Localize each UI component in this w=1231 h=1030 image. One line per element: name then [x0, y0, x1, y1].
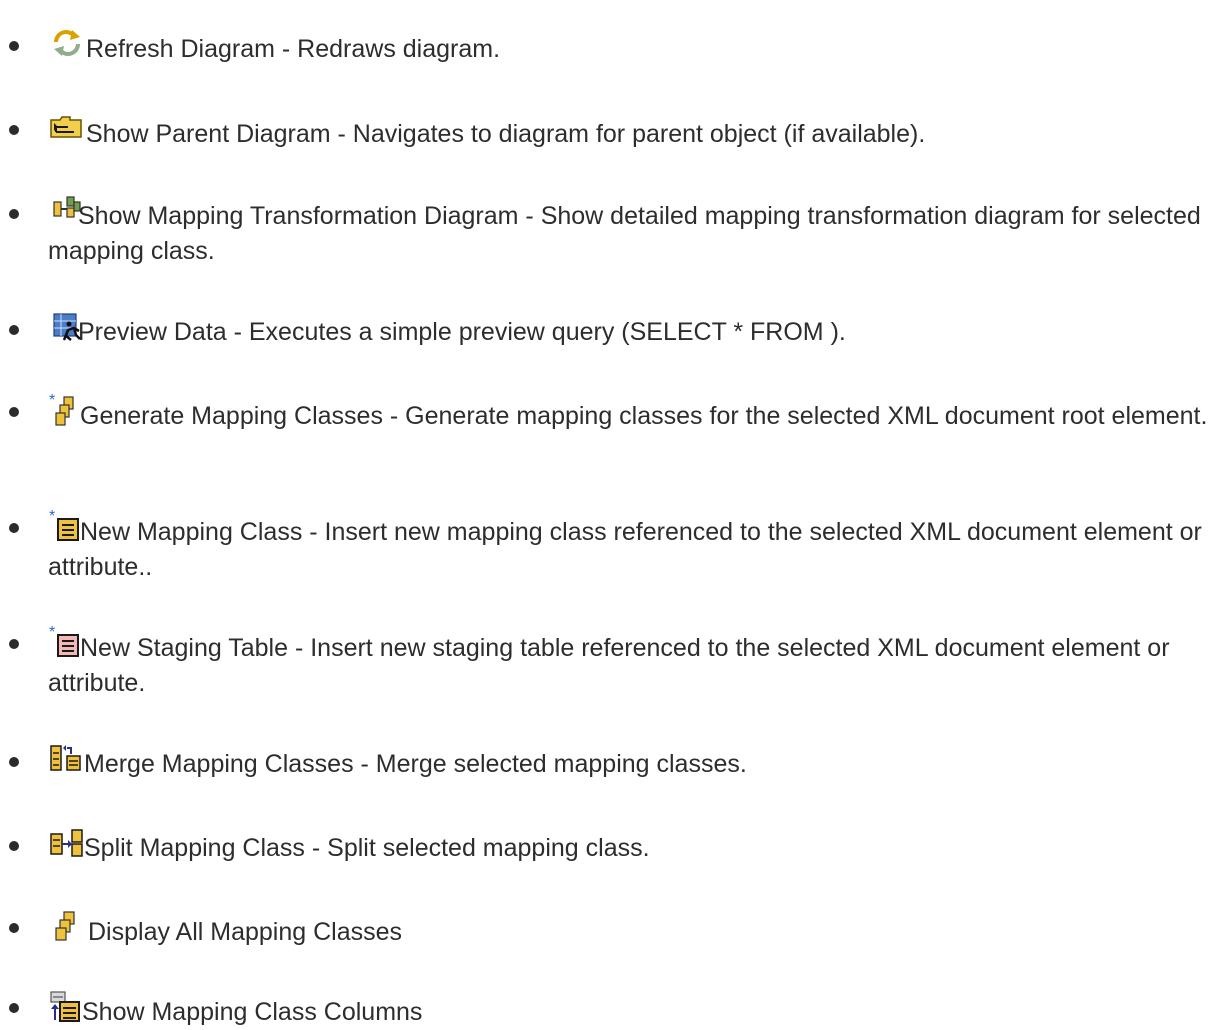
- generate-mapping-classes-icon: *: [48, 394, 80, 428]
- document-body: Refresh Diagram - Redraws diagram. Show …: [0, 0, 1231, 1026]
- merge-mapping-classes-icon: [48, 744, 84, 775]
- bullet: [9, 523, 19, 533]
- bullet: [9, 757, 19, 767]
- show-parent-diagram-icon: [48, 112, 86, 143]
- bullet: [9, 209, 19, 219]
- svg-text:*: *: [49, 626, 55, 641]
- mapping-transformation-diagram-icon: [48, 196, 81, 227]
- bullet: [9, 923, 19, 933]
- preview-data-icon: [48, 312, 81, 343]
- bullet: [9, 639, 19, 649]
- bullet: [9, 841, 19, 851]
- svg-text:*: *: [49, 394, 55, 409]
- new-mapping-class-icon: *: [48, 510, 80, 544]
- split-mapping-class-icon: [48, 828, 84, 859]
- svg-text:*: *: [49, 510, 55, 525]
- bullet: [9, 407, 19, 417]
- display-all-mapping-classes-icon: [48, 910, 88, 944]
- show-mapping-class-columns-icon: [48, 990, 82, 1024]
- refresh-diagram-icon: [48, 28, 86, 59]
- bullet: [9, 125, 19, 135]
- bullet: [9, 325, 19, 335]
- bullet: [9, 41, 19, 51]
- bullet: [9, 1003, 19, 1013]
- new-staging-table-icon: *: [48, 626, 80, 660]
